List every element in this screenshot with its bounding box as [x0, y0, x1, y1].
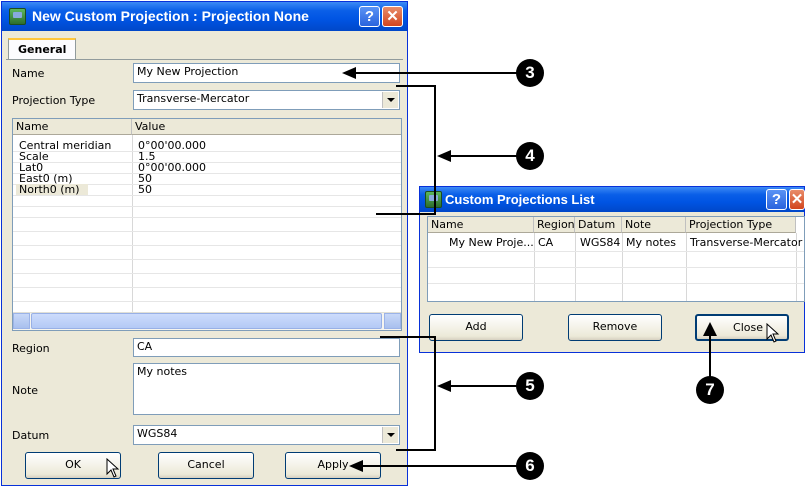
dialog-title: New Custom Projection : Projection None	[32, 8, 309, 24]
callout-3-arrowhead	[342, 67, 356, 79]
param-value: 50	[138, 183, 152, 196]
col-header-note[interactable]: Note	[622, 217, 686, 233]
col-header-datum[interactable]: Datum	[575, 217, 622, 233]
callout-5-arrowhead	[437, 380, 451, 392]
tab-general-label: General	[18, 43, 67, 56]
param-row[interactable]: Central meridian 0°00'00.000	[13, 140, 401, 151]
callout-5-bracket-vertical	[434, 336, 436, 451]
app-icon	[9, 8, 26, 25]
close-icon[interactable]: ✕	[789, 189, 805, 210]
scroll-thumb[interactable]	[31, 313, 382, 329]
scroll-left-icon[interactable]	[13, 313, 30, 329]
projections-table[interactable]: Name Region Datum Note Projection Type M…	[427, 216, 805, 302]
table-row[interactable]: My New Proje... CA WGS84 My notes Transv…	[428, 235, 804, 250]
chevron-down-icon[interactable]	[382, 92, 398, 108]
name-label: Name	[12, 67, 45, 80]
callout-6-arrowhead	[349, 460, 363, 472]
col-header-region[interactable]: Region	[534, 217, 575, 233]
chevron-down-icon[interactable]	[382, 427, 398, 443]
help-icon[interactable]: ?	[766, 189, 787, 210]
parameters-grid[interactable]: Name Value Central meridian 0°00'00.000 …	[12, 118, 402, 331]
mouse-cursor-icon	[766, 323, 780, 343]
callout-4-bracket-vertical	[434, 85, 436, 215]
callout-3: 3	[516, 59, 544, 87]
col-header-projection-type[interactable]: Projection Type	[686, 217, 796, 233]
cell-name: My New Proje...	[449, 236, 534, 249]
cell-region: CA	[538, 236, 554, 249]
callout-7: 7	[696, 376, 724, 404]
cell-projection-type: Transverse-Mercator	[690, 236, 803, 249]
param-row[interactable]: Scale 1.5	[13, 151, 401, 162]
param-row[interactable]: North0 (m) 50	[13, 184, 401, 195]
datum-label: Datum	[12, 429, 50, 442]
add-button[interactable]: Add	[429, 314, 523, 341]
tab-general[interactable]: General	[8, 38, 76, 60]
remove-button[interactable]: Remove	[568, 314, 662, 341]
help-icon[interactable]: ?	[359, 6, 380, 27]
datum-select[interactable]: WGS84	[133, 425, 400, 445]
callout-4-bracket-top	[396, 85, 436, 87]
callout-6: 6	[516, 452, 544, 480]
projection-type-select[interactable]: Transverse-Mercator	[133, 90, 400, 110]
callout-7-arrowhead	[703, 322, 717, 336]
callout-3-line	[355, 72, 517, 74]
cell-note: My notes	[626, 236, 677, 249]
callout-5-line	[450, 385, 518, 387]
callout-7-line	[709, 335, 711, 377]
region-label: Region	[12, 342, 50, 355]
tab-panel	[6, 59, 403, 60]
projection-type-value: Transverse-Mercator	[137, 92, 250, 105]
dialog-button-bar: OK Cancel Apply	[1, 446, 408, 486]
callout-4: 4	[516, 142, 544, 170]
close-icon[interactable]: ✕	[382, 6, 403, 27]
callout-5-bracket-bottom	[396, 449, 436, 451]
datum-value: WGS84	[137, 427, 178, 440]
params-header-value[interactable]: Value	[132, 119, 401, 135]
param-name: North0 (m)	[19, 183, 80, 196]
callout-4-bracket-bottom	[376, 213, 436, 215]
callout-5-bracket-top	[380, 336, 436, 338]
col-header-name[interactable]: Name	[428, 217, 534, 233]
note-label: Note	[12, 384, 39, 397]
note-textarea[interactable]: My notes	[133, 363, 400, 415]
callout-4-line	[450, 155, 518, 157]
mouse-cursor-icon	[106, 458, 120, 478]
callout-6-line	[362, 465, 518, 467]
cell-datum: WGS84	[580, 236, 621, 249]
close-button-label: Close	[733, 321, 763, 334]
params-header-name[interactable]: Name	[13, 119, 132, 135]
cancel-button[interactable]: Cancel	[158, 452, 254, 479]
list-titlebar[interactable]: Custom Projections List ? ✕	[420, 187, 805, 212]
region-input[interactable]: CA	[133, 338, 400, 357]
projection-type-label: Projection Type	[12, 94, 96, 107]
callout-5: 5	[516, 372, 544, 400]
list-title: Custom Projections List	[445, 192, 595, 207]
callout-4-arrowhead	[437, 150, 451, 162]
dialog-titlebar[interactable]: New Custom Projection : Projection None …	[2, 2, 407, 31]
custom-projections-list-window: Custom Projections List ? ✕ Name Region …	[419, 186, 805, 353]
scroll-right-icon[interactable]	[384, 313, 401, 329]
horizontal-scrollbar[interactable]	[13, 312, 401, 330]
